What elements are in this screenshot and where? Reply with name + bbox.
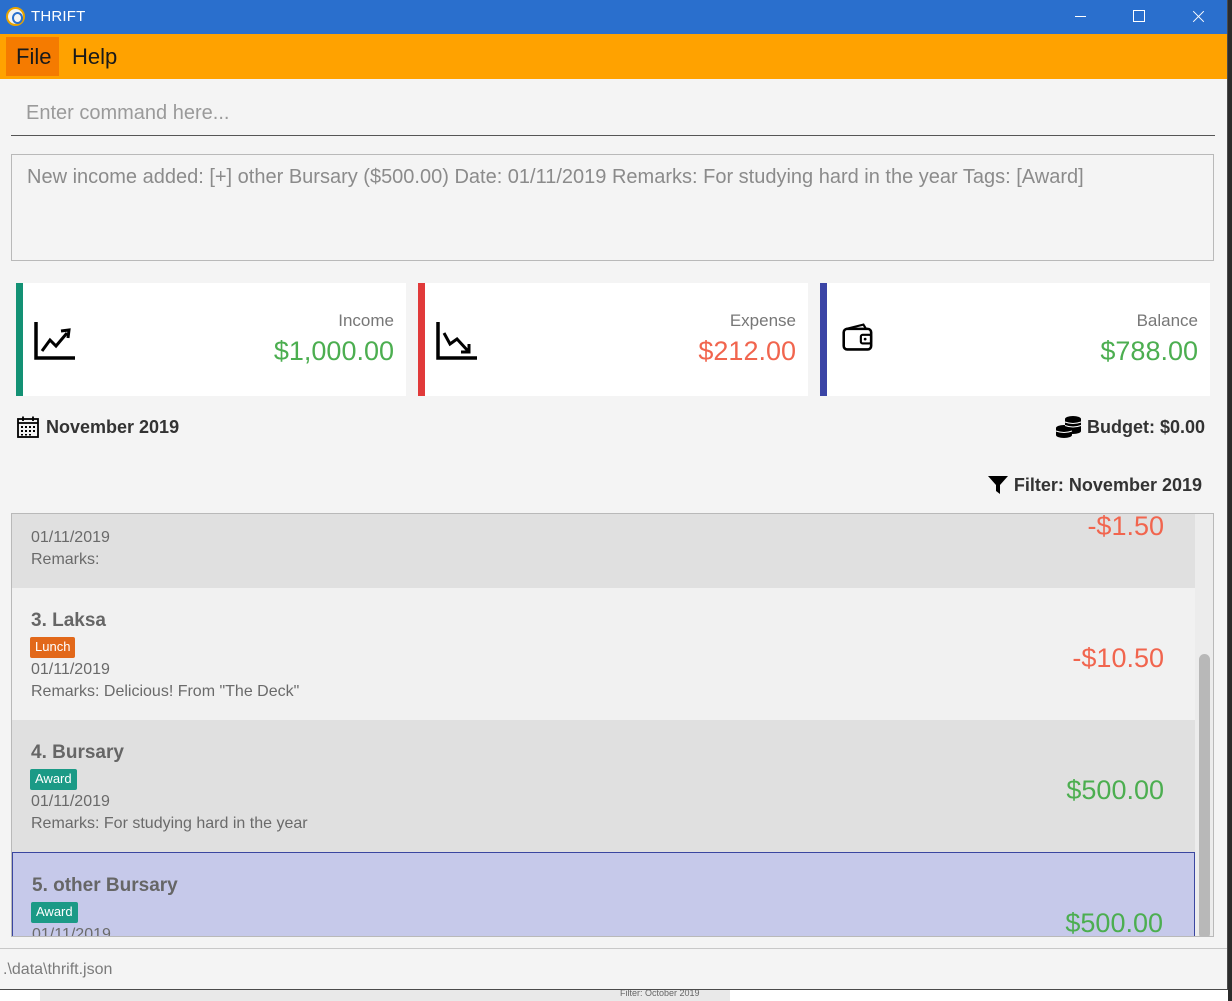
transaction-date: 01/11/2019: [32, 926, 111, 937]
transaction-amount: $500.00: [1066, 775, 1164, 805]
coins-icon: [1055, 416, 1082, 438]
transaction-remarks: Remarks: Delicious! From "The Deck": [31, 683, 300, 700]
balance-label: Balance: [1136, 311, 1198, 330]
transaction-tag: Lunch: [30, 637, 76, 658]
transaction-tag: Award: [30, 769, 77, 790]
transaction-list[interactable]: 01/11/2019 Remarks: -$1.50 3. Laksa Lunc…: [11, 513, 1214, 937]
transaction-date: 01/11/2019: [31, 529, 110, 546]
transaction-name: 5. other Bursary: [32, 875, 178, 896]
background-window: Filter: October 2019: [40, 988, 730, 1001]
transaction-row[interactable]: 3. Laksa Lunch 01/11/2019 Remarks: Delic…: [12, 588, 1195, 720]
filter-display: Filter: November 2019: [987, 472, 1202, 498]
close-button[interactable]: [1168, 0, 1226, 34]
transaction-row[interactable]: 4. Bursary Award 01/11/2019 Remarks: For…: [12, 720, 1195, 852]
transaction-date: 01/11/2019: [31, 661, 110, 678]
transaction-remarks: Remarks:: [31, 551, 100, 568]
filter-icon: [987, 476, 1008, 494]
transaction-amount: -$10.50: [1072, 643, 1164, 673]
maximize-button[interactable]: [1109, 0, 1167, 34]
title-bar[interactable]: THRIFT: [0, 0, 1227, 34]
expense-amount: $212.00: [698, 336, 796, 366]
transaction-amount: $500.00: [1065, 908, 1163, 937]
expense-accent-bar: [418, 283, 425, 396]
expense-label: Expense: [729, 311, 796, 330]
transaction-name: 4. Bursary: [31, 742, 124, 763]
balance-accent-bar: [820, 283, 827, 396]
balance-amount: $788.00: [1100, 336, 1198, 366]
transaction-tag: Award: [31, 902, 78, 923]
transaction-amount: -$1.50: [1087, 513, 1164, 541]
command-input[interactable]: [11, 92, 1215, 136]
minimize-button[interactable]: [1051, 0, 1109, 34]
income-card: Income $1,000.00: [16, 283, 406, 396]
app-window: THRIFT File Help New income added: [+] o…: [0, 0, 1228, 990]
app-logo-icon: [6, 7, 25, 26]
result-display: New income added: [+] other Bursary ($50…: [11, 154, 1214, 261]
data-file-path: .\data\thrift.json: [3, 961, 113, 978]
background-window-edge: [1228, 0, 1232, 1001]
scrollbar-thumb[interactable]: [1199, 654, 1210, 936]
menu-file[interactable]: File: [6, 37, 59, 76]
transaction-date: 01/11/2019: [31, 793, 110, 810]
chart-down-icon: [436, 322, 477, 360]
transaction-row-selected[interactable]: 5. other Bursary Award 01/11/2019 $500.0…: [12, 852, 1195, 937]
current-month: November 2019: [16, 414, 179, 440]
budget-display: Budget: $0.00: [1055, 414, 1205, 440]
transaction-name: 3. Laksa: [31, 610, 106, 631]
filter-label: Filter: November 2019: [1013, 474, 1202, 495]
chart-up-icon: [34, 322, 75, 360]
month-label: November 2019: [46, 416, 180, 437]
status-bar: .\data\thrift.json: [0, 948, 1227, 989]
transaction-remarks: Remarks: For studying hard in the year: [31, 815, 308, 832]
budget-label: Budget: $0.00: [1086, 416, 1205, 437]
income-amount: $1,000.00: [273, 336, 394, 366]
window-title: THRIFT: [31, 8, 86, 25]
menu-bar: File Help: [0, 34, 1227, 79]
calendar-icon: [17, 416, 39, 438]
wallet-icon: [842, 323, 873, 351]
income-accent-bar: [16, 283, 23, 396]
transaction-row[interactable]: 01/11/2019 Remarks: -$1.50: [12, 513, 1195, 588]
menu-help[interactable]: Help: [62, 37, 127, 76]
expense-card: Expense $212.00: [418, 283, 808, 396]
balance-card: Balance $788.00: [820, 283, 1210, 396]
income-label: Income: [338, 311, 394, 330]
